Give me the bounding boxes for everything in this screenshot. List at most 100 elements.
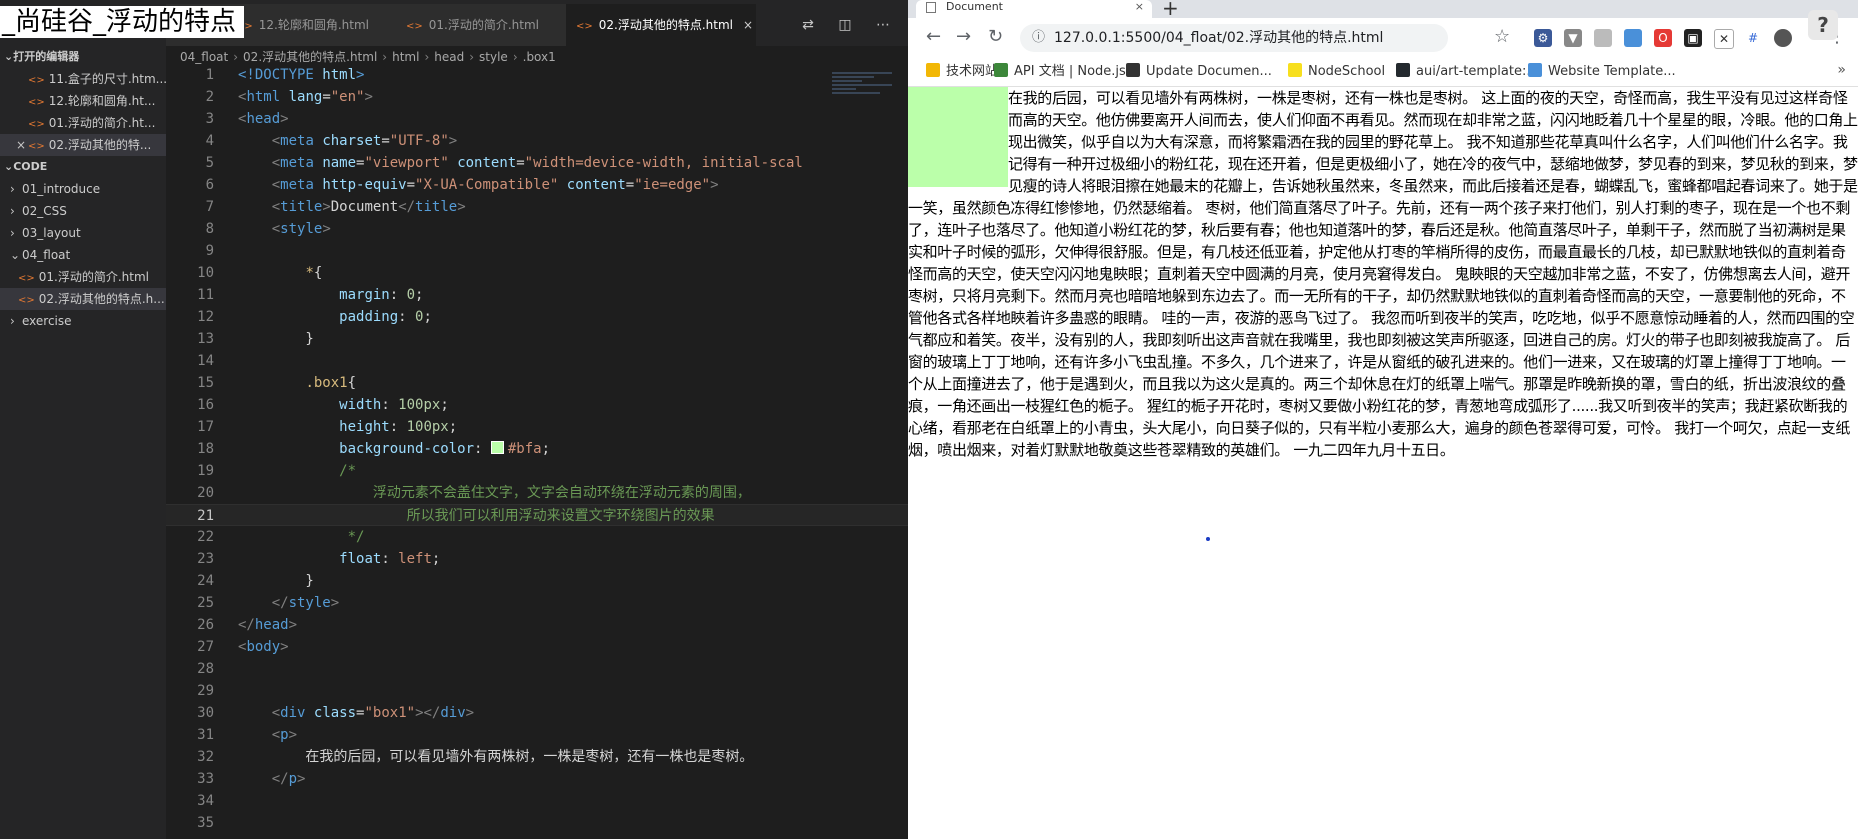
forward-button[interactable]: → xyxy=(956,26,971,47)
code-line[interactable]: 5 <meta name="viewport" content="width=d… xyxy=(166,152,908,174)
code-line[interactable]: 1 <!DOCTYPE html> xyxy=(166,64,908,86)
file-tree-folder[interactable]: ⌄ 04_float xyxy=(0,244,166,266)
code-line[interactable]: 7 <title>Document</title> xyxy=(166,196,908,218)
file-tree-file[interactable]: <> 01.浮动的简介.html xyxy=(0,266,166,288)
address-bar[interactable]: ⓘ 127.0.0.1:5500/04_float/02.浮动其他的特点.htm… xyxy=(1020,24,1448,52)
reload-button[interactable]: ↻ xyxy=(988,26,1003,47)
open-editor-item[interactable]: <> 01.浮动的简介.ht... xyxy=(0,112,166,134)
code-line[interactable]: 20 浮动元素不会盖住文字，文字会自动环绕在浮动元素的周围， xyxy=(166,482,908,504)
code-line[interactable]: 31 <p> xyxy=(166,724,908,746)
code-line[interactable]: 33 </p> xyxy=(166,768,908,790)
code-line[interactable]: 16 width: 100px; xyxy=(166,394,908,416)
bookmark-item[interactable]: Website Template... xyxy=(1528,63,1676,81)
help-icon[interactable]: ? xyxy=(1808,10,1838,40)
tab-close-icon[interactable]: × xyxy=(743,18,753,32)
breadcrumb-item[interactable]: head xyxy=(434,50,464,64)
close-icon[interactable]: × xyxy=(16,134,26,156)
code-line[interactable]: 32 在我的后园，可以看见墙外有两株树，一株是枣树，还有一株也是枣树。 xyxy=(166,746,908,768)
code-line[interactable]: 21 所以我们可以利用浮动来设置文字环绕图片的效果 xyxy=(166,504,908,526)
file-tree-folder[interactable]: › exercise xyxy=(0,310,166,332)
code-line[interactable]: 13 } xyxy=(166,328,908,350)
code-line[interactable]: 30 <div class="box1"></div> xyxy=(166,702,908,724)
back-button[interactable]: ← xyxy=(926,26,941,47)
code-line[interactable]: 12 padding: 0; xyxy=(166,306,908,328)
code-line[interactable]: 28 xyxy=(166,658,908,680)
bookmark-item[interactable]: 技术网站 xyxy=(926,63,998,81)
file-tree-folder[interactable]: › 02_CSS xyxy=(0,200,166,222)
code-line[interactable]: 2 <html lang="en"> xyxy=(166,86,908,108)
open-editor-item[interactable]: <> 12.轮廓和圆角.ht... xyxy=(0,90,166,112)
file-tree-folder[interactable]: › 03_layout xyxy=(0,222,166,244)
line-content: <meta name="viewport" content="width=dev… xyxy=(271,155,803,171)
editor-tab[interactable]: <> 01.浮动的简介.html xyxy=(396,4,566,46)
code-line[interactable]: 10 *{ xyxy=(166,262,908,284)
editor-tab[interactable]: <> 02.浮动其他的特点.html × xyxy=(566,4,756,46)
code-line[interactable]: 22 */ xyxy=(166,526,908,548)
html-file-icon: <> xyxy=(28,141,45,152)
code-line[interactable]: 35 xyxy=(166,812,908,834)
avatar[interactable] xyxy=(1774,29,1792,47)
line-content: width: 100px; xyxy=(339,397,449,413)
code-line[interactable]: 27 <body> xyxy=(166,636,908,658)
minimap[interactable] xyxy=(832,70,892,130)
code-line[interactable]: 11 margin: 0; xyxy=(166,284,908,306)
tab-close-icon[interactable]: × xyxy=(1135,0,1144,14)
bookmarks-more-icon[interactable]: » xyxy=(1837,62,1846,78)
code-line[interactable]: 29 xyxy=(166,680,908,702)
code-line[interactable]: 15 .box1{ xyxy=(166,372,908,394)
breadcrumb-item[interactable]: .box1 xyxy=(523,50,556,64)
code-line[interactable]: 18 background-color: #bfa; xyxy=(166,438,908,460)
file-tree-folder[interactable]: › 01_introduce xyxy=(0,178,166,200)
breadcrumb-separator: › xyxy=(512,50,518,64)
editor-tab[interactable]: <> 12.轮廓和圆角.html xyxy=(226,4,396,46)
line-content: </head> xyxy=(238,617,298,633)
code-line[interactable]: 24 } xyxy=(166,570,908,592)
extension-icon[interactable]: ▼ xyxy=(1564,29,1582,47)
workspace-header[interactable]: ⌄CODE xyxy=(0,156,166,178)
bookmark-item[interactable]: API 文档 | Node.js... xyxy=(994,63,1138,81)
file-tree-file[interactable]: <> 02.浮动其他的特点.h... xyxy=(0,288,166,310)
open-editor-item[interactable]: <> 11.盒子的尺寸.htm... xyxy=(0,68,166,90)
html-file-icon: <> xyxy=(406,21,423,32)
code-line[interactable]: 4 <meta charset="UTF-8"> xyxy=(166,130,908,152)
info-icon[interactable]: ⓘ xyxy=(1032,24,1045,52)
color-swatch[interactable] xyxy=(490,441,504,454)
open-editors-header[interactable]: ⌄打开的编辑器 xyxy=(0,46,166,68)
editor-actions[interactable]: ⇄ ◫ ⋯ xyxy=(802,4,900,46)
code-line[interactable]: 25 </style> xyxy=(166,592,908,614)
line-number: 13 xyxy=(197,331,214,347)
code-line[interactable]: 23 float: left; xyxy=(166,548,908,570)
code-line[interactable]: 34 xyxy=(166,790,908,812)
line-content: <div class="box1"></div> xyxy=(271,705,475,721)
extension-icon[interactable]: ⚙ xyxy=(1534,29,1552,47)
open-editor-item[interactable]: × <> 02.浮动其他的特... xyxy=(0,134,166,156)
bookmark-item[interactable]: aui/art-template:... xyxy=(1396,63,1539,81)
code-line[interactable]: 6 <meta http-equiv="X-UA-Compatible" con… xyxy=(166,174,908,196)
browser-tab[interactable]: Document × xyxy=(916,0,1152,18)
extension-icon[interactable] xyxy=(1624,29,1642,47)
line-number: 12 xyxy=(197,309,214,325)
breadcrumb-item[interactable]: 04_float xyxy=(180,50,228,64)
breadcrumb-separator: › xyxy=(469,50,475,64)
code-line[interactable]: 3 <head> xyxy=(166,108,908,130)
code-line[interactable]: 8 <style> xyxy=(166,218,908,240)
code-line[interactable]: 14 xyxy=(166,350,908,372)
breadcrumb-item[interactable]: 02.浮动其他的特点.html xyxy=(243,50,377,64)
extension-icon[interactable] xyxy=(1594,29,1612,47)
bookmark-star-icon[interactable]: ☆ xyxy=(1494,26,1510,47)
breadcrumb-item[interactable]: style xyxy=(479,50,508,64)
line-content: <style> xyxy=(271,221,331,237)
bookmark-item[interactable]: Update Documen... xyxy=(1126,63,1272,81)
code-line[interactable]: 26 </head> xyxy=(166,614,908,636)
breadcrumb-item[interactable]: html xyxy=(392,50,419,64)
code-line[interactable]: 9 xyxy=(166,240,908,262)
new-tab-button[interactable]: + xyxy=(1162,0,1179,20)
bookmark-item[interactable]: NodeSchool xyxy=(1288,63,1385,81)
code-line[interactable]: 19 /* xyxy=(166,460,908,482)
code-line[interactable]: 17 height: 100px; xyxy=(166,416,908,438)
extension-icon[interactable]: # xyxy=(1744,29,1762,47)
extension-icon[interactable]: ✕ xyxy=(1714,29,1734,49)
extension-icon[interactable]: ▣ xyxy=(1684,29,1702,47)
extension-icon[interactable]: O xyxy=(1654,29,1672,47)
code-editor[interactable]: 1 <!DOCTYPE html> 2 <html lang="en"> 3 <head>… xyxy=(166,64,908,839)
